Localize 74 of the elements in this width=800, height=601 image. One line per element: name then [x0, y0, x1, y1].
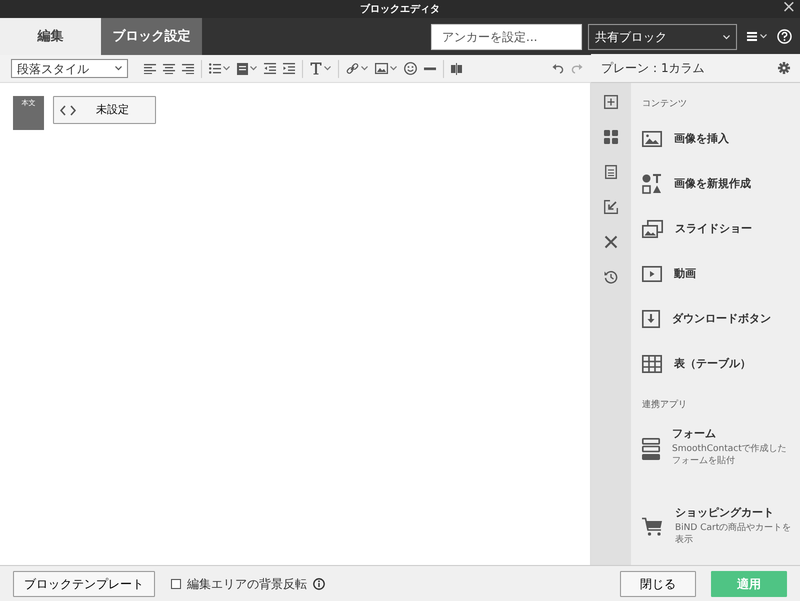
shared-block-select[interactable]: 共有ブロック: [588, 24, 737, 50]
select-value: 共有ブロック: [595, 29, 667, 46]
window-title: ブロックエディタ: [360, 2, 440, 16]
item-label: 表（テーブル）: [674, 356, 751, 372]
columns-icon[interactable]: [451, 62, 462, 74]
help-icon[interactable]: [777, 29, 792, 44]
content-item[interactable]: 表（テーブル）: [642, 342, 792, 386]
shapes-icon: [642, 174, 662, 194]
caret-icon: [390, 66, 397, 71]
gear-icon[interactable]: [778, 62, 790, 74]
item-label: ダウンロードボタン: [672, 310, 771, 327]
embed-button[interactable]: 未設定: [53, 96, 156, 124]
tab[interactable]: 編集: [0, 18, 101, 55]
panel-title: プレーン：1カラム: [601, 60, 705, 77]
caret-icon: [361, 66, 368, 71]
item-description: BiND Cartの商品やカートを表示: [675, 522, 792, 547]
content-item[interactable]: スライドショー: [642, 206, 792, 252]
item-description: SmoothContactで作成したフォームを貼付: [672, 442, 788, 468]
section-heading: コンテンツ: [642, 98, 688, 111]
smiley-icon[interactable]: [404, 62, 417, 75]
cart-icon: [642, 517, 663, 536]
item-label: 画像を挿入: [674, 130, 729, 147]
caret-icon: [223, 66, 230, 71]
list-icon[interactable]: [209, 63, 221, 74]
caret-icon: [760, 34, 767, 39]
add-block-icon[interactable]: [604, 95, 618, 109]
align-left-icon[interactable]: [144, 63, 156, 74]
history-icon[interactable]: [604, 270, 618, 284]
align-right-icon[interactable]: [182, 63, 194, 74]
paragraph-style-select[interactable]: 段落スタイル: [11, 59, 128, 78]
grid-icon[interactable]: [604, 130, 618, 144]
tab[interactable]: ブロック設定: [101, 18, 202, 55]
play-icon: [642, 266, 662, 282]
image-icon[interactable]: [375, 63, 388, 74]
outdent-icon[interactable]: [264, 63, 276, 74]
content-item[interactable]: 画像を挿入: [642, 116, 792, 162]
download-icon: [642, 310, 660, 328]
text-icon[interactable]: [310, 62, 322, 75]
anchor-field[interactable]: アンカーを設定...: [431, 24, 582, 50]
indent-icon[interactable]: [283, 63, 295, 74]
caret-icon: [250, 66, 257, 71]
select-value: 段落スタイル: [17, 60, 89, 78]
item-label: スライドショー: [675, 220, 752, 237]
checkbox-label: 編集エリアの背景反転: [187, 576, 307, 592]
content-item[interactable]: 動画: [642, 252, 792, 296]
item-label: フォーム: [672, 426, 717, 442]
content-item[interactable]: フォーム SmoothContactで作成したフォームを貼付: [642, 426, 792, 496]
form-icon: [642, 438, 660, 460]
caret-icon: [324, 66, 331, 71]
menu-icon: [747, 32, 757, 41]
content-item[interactable]: ショッピングカート BiND Cartの商品やカートを表示: [642, 505, 792, 565]
align-center-icon[interactable]: [163, 63, 175, 74]
content-item[interactable]: ダウンロードボタン: [642, 296, 792, 342]
content-item[interactable]: 画像を新規作成: [642, 162, 792, 206]
block-template-button[interactable]: ブロックテンプレート: [13, 570, 155, 596]
caret-icon: [723, 34, 730, 40]
undo-icon[interactable]: [552, 63, 564, 74]
slideshow-icon: [642, 220, 663, 238]
code-icon: [60, 104, 76, 116]
item-label: ショッピングカート: [675, 505, 775, 521]
item-label: 動画: [674, 266, 696, 282]
checkbox[interactable]: [171, 578, 181, 588]
item-label: 画像を新規作成: [674, 176, 751, 192]
close-button[interactable]: 閉じる: [620, 570, 696, 596]
info-icon[interactable]: [313, 578, 325, 590]
link-icon[interactable]: [346, 62, 359, 75]
image-icon: [642, 131, 662, 147]
section-heading: 連携アプリ: [642, 398, 688, 412]
table-icon: [642, 355, 662, 373]
page-icon[interactable]: [604, 165, 618, 179]
import-icon[interactable]: [604, 200, 618, 214]
caret-icon: [115, 66, 122, 71]
close-button[interactable]: ×: [782, 0, 796, 17]
paragraph-block-icon[interactable]: [237, 62, 248, 74]
